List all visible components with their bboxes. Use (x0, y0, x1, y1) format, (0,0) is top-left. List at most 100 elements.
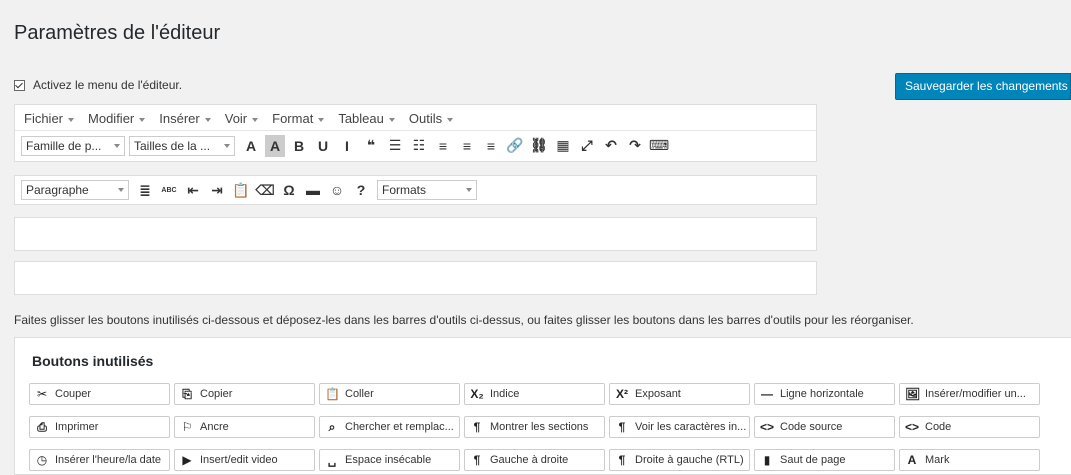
unused-button-label: Voir les caractères in... (635, 421, 747, 433)
horizontal-line-icon: — (761, 387, 773, 401)
redo-icon[interactable]: ↷ (623, 135, 647, 157)
menu-label: Modifier (88, 111, 135, 126)
unused-button[interactable]: ⌕ Chercher et remplac... (319, 416, 460, 438)
save-button[interactable]: Sauvegarder les changements (895, 73, 1071, 100)
unused-button[interactable]: ⚐ Ancre (174, 416, 315, 438)
unused-buttons-grid: ✂ Couper ⎘ Copier 📋 Coller X₂ Indice X² Exposant —… (29, 383, 1069, 471)
underline-icon[interactable]: U (311, 135, 335, 157)
copy-icon: ⎘ (182, 386, 192, 401)
unused-button[interactable]: X₂ Indice (464, 383, 605, 405)
cut-icon: ✂ (36, 387, 48, 401)
read-more-icon[interactable]: ▬ (301, 179, 325, 201)
unused-button[interactable]: ◷ Insérer l'heure/la date (29, 449, 170, 471)
chevron-down-icon (252, 117, 259, 122)
unused-button-label: Exposant (635, 388, 681, 400)
align-left-icon[interactable]: ≡ (431, 135, 455, 157)
unused-button[interactable]: ¶ Montrer les sections (464, 416, 605, 438)
paste-icon: 📋 (325, 387, 340, 401)
menu-2[interactable]: Insérer (159, 111, 211, 128)
bullet-list-icon[interactable]: ☰ (383, 135, 407, 157)
bold-icon[interactable]: B (287, 135, 311, 157)
unused-button[interactable]: <> Code source (754, 416, 895, 438)
emoticons-icon[interactable]: ☺ (325, 179, 349, 201)
unused-button-label: Montrer les sections (490, 421, 589, 433)
page-title: Paramètres de l'éditeur (14, 22, 221, 44)
editor-toolbar-3 (14, 217, 817, 251)
toolbar-toggle-icon[interactable]: ⌨ (647, 135, 671, 157)
mark-icon: A (907, 453, 917, 467)
background-color-icon[interactable]: A (265, 134, 285, 157)
chevron-down-icon (139, 117, 146, 122)
strikethrough-icon[interactable]: ABC (157, 179, 181, 201)
menu-6[interactable]: Outils (408, 111, 454, 128)
blockquote-icon[interactable]: ❝ (359, 135, 383, 157)
unused-button-label: Chercher et remplac... (345, 421, 454, 433)
unused-button[interactable]: ¶ Voir les caractères in... (609, 416, 750, 438)
font-family-value: Famille de p... (26, 138, 102, 153)
link-icon[interactable]: 🔗 (503, 135, 527, 157)
chevron-down-icon (388, 117, 395, 122)
undo-icon[interactable]: ↶ (599, 135, 623, 157)
font-family-select[interactable]: Famille de p... (21, 135, 125, 156)
unused-button-label: Code (925, 421, 952, 433)
search-replace-icon: ⌕ (328, 419, 336, 434)
page-break-icon: ▮ (763, 453, 771, 467)
unused-button[interactable]: ¶ Gauche à droite (464, 449, 605, 471)
unused-button[interactable]: 📋 Coller (319, 383, 460, 405)
table-icon[interactable]: ▦ (551, 135, 575, 157)
unused-button-label: Insérer/modifier un... (925, 388, 1026, 400)
unused-button[interactable]: ▶ Insert/edit video (174, 449, 315, 471)
subscript-icon: X₂ (470, 387, 484, 401)
menu-4[interactable]: Format (272, 111, 325, 128)
special-character-icon[interactable]: Ω (277, 179, 301, 201)
paste-text-icon[interactable]: 📋 (229, 179, 253, 201)
unused-button[interactable]: ⎘ Copier (174, 383, 315, 405)
numbered-list-icon[interactable]: ☷ (407, 135, 431, 157)
unused-button-label: Espace insécable (345, 454, 432, 466)
menu-3[interactable]: Voir (225, 111, 259, 128)
italic-icon[interactable]: I (335, 135, 359, 157)
unused-button[interactable]: ␣ Espace insécable (319, 449, 460, 471)
unused-button-label: Copier (200, 388, 233, 400)
invisible-chars-icon: ¶ (618, 420, 626, 434)
unused-button[interactable]: X² Exposant (609, 383, 750, 405)
outdent-icon[interactable]: ⇤ (181, 179, 205, 201)
menu-0[interactable]: Fichier (24, 111, 75, 128)
menu-5[interactable]: Tableau (338, 111, 395, 128)
anchor-icon: ⚐ (181, 420, 193, 434)
formats-select[interactable]: Formats (377, 180, 477, 200)
text-color-icon[interactable]: A (239, 135, 263, 157)
unused-button[interactable]: 🖼 Insérer/modifier un... (899, 383, 1040, 405)
font-size-select[interactable]: Tailles de la ... (129, 135, 235, 156)
indent-icon[interactable]: ⇥ (205, 179, 229, 201)
unused-button-label: Couper (55, 388, 92, 400)
align-center-icon[interactable]: ≡ (455, 135, 479, 157)
enable-menu-row[interactable]: Activez le menu de l'éditeur. (14, 78, 182, 92)
menu-label: Tableau (338, 111, 384, 126)
unused-button[interactable]: ▮ Saut de page (754, 449, 895, 471)
unused-button[interactable]: <> Code (899, 416, 1040, 438)
enable-menu-checkbox[interactable] (14, 79, 25, 91)
unused-button[interactable]: — Ligne horizontale (754, 383, 895, 405)
chevron-down-icon (204, 117, 211, 122)
unused-button[interactable]: ¶ Droite à gauche (RTL) (609, 449, 750, 471)
chevron-down-icon (118, 188, 124, 192)
fullscreen-icon[interactable]: ⤢ (575, 135, 599, 157)
unused-button-label: Mark (925, 454, 950, 466)
code-icon: <> (905, 420, 920, 434)
align-right-icon[interactable]: ≡ (479, 135, 503, 157)
format-select[interactable]: Paragraphe (21, 180, 129, 200)
chevron-down-icon (318, 117, 325, 122)
menu-1[interactable]: Modifier (88, 111, 146, 128)
enable-menu-label: Activez le menu de l'éditeur. (33, 78, 183, 92)
menu-label: Outils (408, 111, 443, 126)
unused-button-label: Ancre (200, 421, 229, 433)
unused-button[interactable]: ✂ Couper (29, 383, 170, 405)
unlink-icon[interactable]: ⛓ (527, 135, 551, 157)
chevron-down-icon (447, 117, 454, 122)
unused-button[interactable]: A Mark (899, 449, 1040, 471)
unused-button[interactable]: ⎙ Imprimer (29, 416, 170, 438)
justify-icon[interactable]: ≣ (133, 179, 157, 201)
clear-formatting-icon[interactable]: ⌫ (253, 179, 277, 201)
help-icon[interactable]: ? (349, 179, 373, 201)
